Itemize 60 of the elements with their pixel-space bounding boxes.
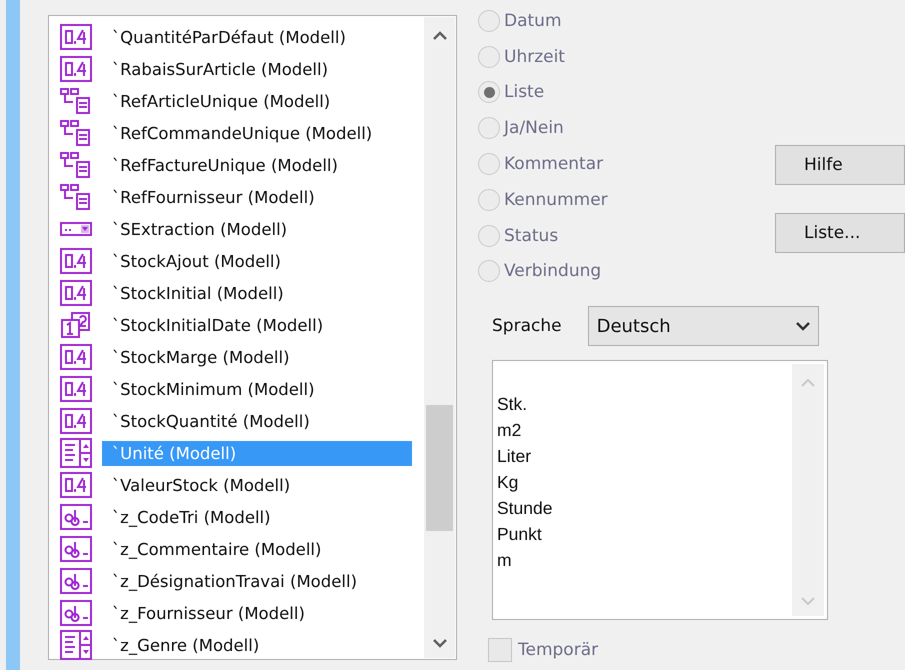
scrollbar[interactable] bbox=[424, 17, 455, 658]
scrollbar-thumb[interactable] bbox=[426, 405, 453, 531]
number-field-icon bbox=[60, 24, 92, 50]
language-dropdown[interactable]: Deutsch bbox=[588, 306, 819, 346]
relation-icon bbox=[60, 152, 92, 178]
checkbox-label: Temporär bbox=[518, 640, 598, 660]
field-list-item[interactable]: `RefCommandeUnique (Modell) bbox=[102, 120, 412, 146]
field-list-item[interactable]: `SExtraction (Modell) bbox=[102, 216, 412, 242]
field-list-item[interactable]: `StockQuantité (Modell) bbox=[102, 408, 412, 434]
scroll-down-icon bbox=[801, 597, 815, 606]
field-list-item[interactable]: `QuantitéParDéfaut (Modell) bbox=[102, 24, 412, 50]
field-list-item[interactable]: `RefFournisseur (Modell) bbox=[102, 184, 412, 210]
language-label: Sprache bbox=[492, 316, 562, 336]
relation-icon bbox=[60, 88, 92, 114]
field-list-item[interactable]: `StockInitial (Modell) bbox=[102, 280, 412, 306]
field-list-item[interactable]: `z_DésignationTravai (Modell) bbox=[102, 568, 412, 594]
field-list-item[interactable]: `z_Fournisseur (Modell) bbox=[102, 600, 412, 626]
values-text-area[interactable]: Stk. m2 Liter Kg Stunde Punkt m bbox=[492, 360, 828, 620]
field-list[interactable] bbox=[48, 15, 457, 660]
relation-icon bbox=[60, 120, 92, 146]
dialog-button[interactable]: Hilfe bbox=[775, 145, 905, 185]
field-list-item[interactable]: `StockInitialDate (Modell) bbox=[102, 312, 412, 338]
radio-label: Uhrzeit bbox=[504, 46, 565, 67]
radio-label: Datum bbox=[504, 10, 562, 31]
field-list-item[interactable]: `StockMarge (Modell) bbox=[102, 344, 412, 370]
radio-label: Kommentar bbox=[504, 154, 604, 174]
list-field-icon bbox=[60, 438, 92, 468]
scroll-up-icon[interactable] bbox=[432, 31, 446, 40]
radio-label: Status bbox=[504, 226, 558, 246]
date-field-icon bbox=[60, 312, 92, 338]
number-field-icon bbox=[60, 56, 92, 82]
number-field-icon bbox=[60, 472, 92, 498]
radio-label: Ja/Nein bbox=[504, 118, 564, 138]
text-field-icon bbox=[60, 536, 92, 562]
radio-label: Verbindung bbox=[504, 261, 602, 282]
field-list-item[interactable]: `ValeurStock (Modell) bbox=[102, 472, 412, 498]
field-list-item[interactable]: `StockMinimum (Modell) bbox=[102, 376, 412, 402]
field-list-item[interactable]: `z_Genre (Modell) bbox=[102, 632, 412, 658]
field-list-item[interactable]: `RefArticleUnique (Modell) bbox=[102, 88, 412, 114]
number-field-icon bbox=[60, 376, 92, 402]
text-field-icon bbox=[60, 504, 92, 530]
field-list-item[interactable]: `RefFactureUnique (Modell) bbox=[102, 152, 412, 178]
radio-label: Liste bbox=[504, 82, 544, 102]
text-field-icon bbox=[60, 600, 92, 626]
number-field-icon bbox=[60, 280, 92, 306]
number-field-icon bbox=[60, 408, 92, 434]
relation-icon bbox=[60, 184, 92, 210]
radio-label: Kennummer bbox=[504, 190, 608, 210]
number-field-icon bbox=[60, 248, 92, 274]
field-list-item[interactable]: `z_CodeTri (Modell) bbox=[102, 504, 412, 530]
text-field-icon bbox=[60, 568, 92, 594]
dialog-button[interactable]: Liste... bbox=[775, 213, 905, 253]
scroll-up-icon bbox=[801, 378, 815, 388]
number-field-icon bbox=[60, 344, 92, 370]
field-list-item[interactable]: `StockAjout (Modell) bbox=[102, 248, 412, 274]
scroll-down-icon[interactable] bbox=[432, 639, 446, 648]
field-list-item[interactable]: `z_Commentaire (Modell) bbox=[102, 536, 412, 562]
field-list-item[interactable]: `RabaisSurArticle (Modell) bbox=[102, 56, 412, 82]
dropdown-caret-icon bbox=[796, 321, 810, 332]
list-field-icon bbox=[60, 630, 92, 660]
